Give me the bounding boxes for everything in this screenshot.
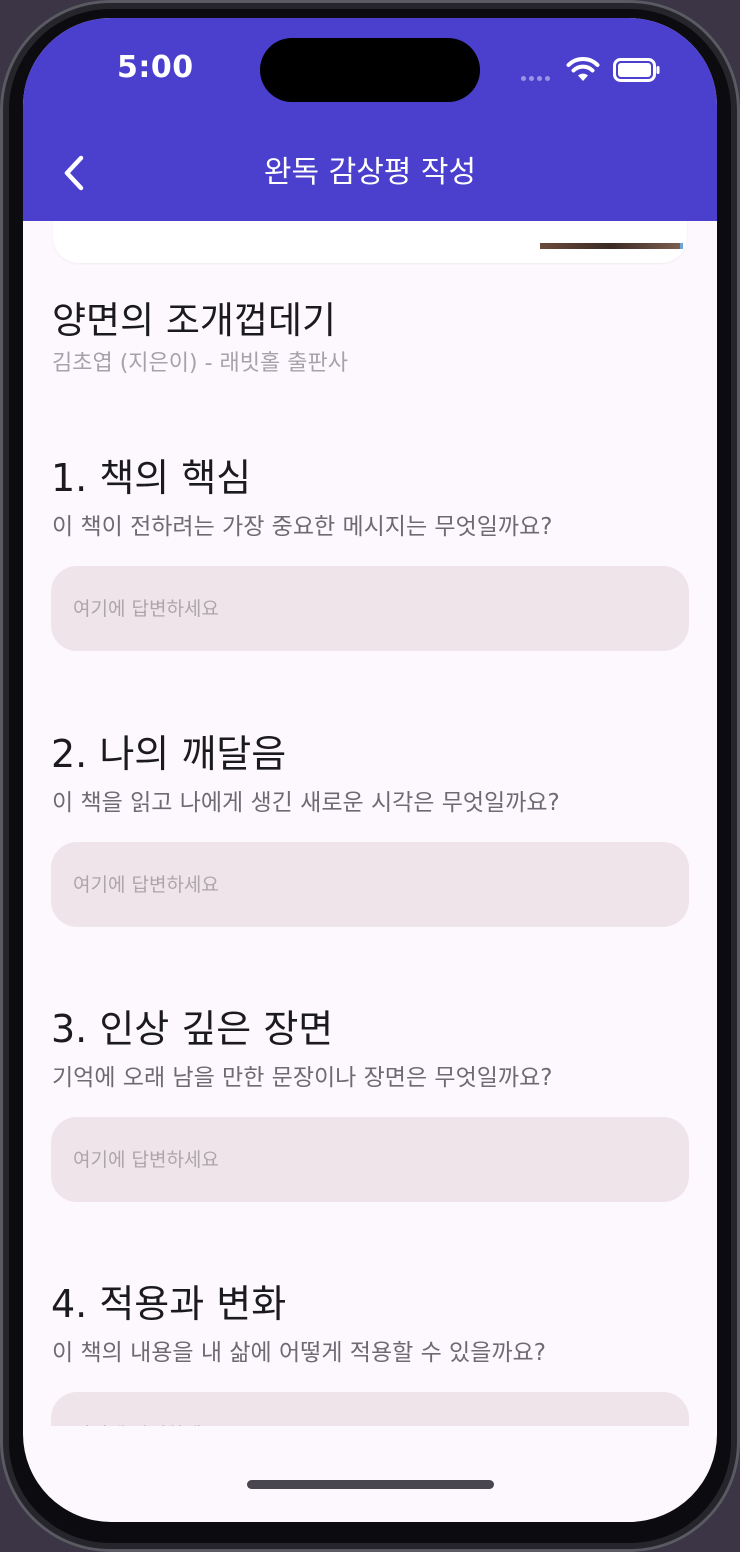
question-title: 3. 인상 깊은 장면: [51, 1007, 334, 1051]
phone-frame: 5:00 완독 감상평 작성 양면의 조개껍데기 김초엽 (지은이) - 래빗홀…: [0, 0, 740, 1552]
scroll-content[interactable]: 양면의 조개껍데기 김초엽 (지은이) - 래빗홀 출판사 1. 책의 핵심 이…: [23, 221, 717, 1426]
question-block: 4. 적용과 변화 이 책의 내용을 내 삶에 어떻게 적용할 수 있을까요?: [23, 1279, 717, 1426]
question-block: 2. 나의 깨달음 이 책을 읽고 나에게 생긴 새로운 시각은 무엇일까요?: [23, 729, 717, 969]
status-time: 5:00: [117, 50, 194, 85]
cellular-signal-icon: [521, 76, 550, 81]
book-title: 양면의 조개껍데기: [52, 299, 337, 342]
question-title: 1. 책의 핵심: [51, 456, 252, 500]
question-title: 4. 적용과 변화: [51, 1282, 287, 1326]
question-title: 2. 나의 깨달음: [51, 732, 287, 776]
question-description: 이 책이 전하려는 가장 중요한 메시지는 무엇일까요?: [52, 514, 553, 540]
battery-icon: [613, 58, 660, 82]
dynamic-island: [260, 38, 480, 102]
answer-input[interactable]: [51, 842, 689, 927]
book-author-publisher: 김초엽 (지은이) - 래빗홀 출판사: [52, 351, 348, 376]
page-title: 완독 감상평 작성: [263, 155, 477, 190]
wifi-icon: [566, 57, 600, 81]
question-description: 이 책의 내용을 내 삶에 어떻게 적용할 수 있을까요?: [52, 1340, 546, 1366]
question-block: 3. 인상 깊은 장면 기억에 오래 남을 만한 문장이나 장면은 무엇일까요?: [23, 1004, 717, 1244]
app-bar: 5:00 완독 감상평 작성: [23, 18, 717, 221]
question-description: 이 책을 읽고 나에게 생긴 새로운 시각은 무엇일까요?: [52, 790, 560, 816]
app-screen: 5:00 완독 감상평 작성 양면의 조개껍데기 김초엽 (지은이) - 래빗홀…: [23, 18, 717, 1522]
home-indicator[interactable]: [247, 1480, 494, 1489]
answer-input[interactable]: [51, 566, 689, 651]
question-description: 기억에 오래 남을 만한 문장이나 장면은 무엇일까요?: [52, 1065, 553, 1091]
book-card: [53, 221, 687, 263]
book-cover-image: [540, 243, 683, 249]
answer-input[interactable]: [51, 1392, 689, 1426]
question-block: 1. 책의 핵심 이 책이 전하려는 가장 중요한 메시지는 무엇일까요?: [23, 453, 717, 693]
answer-input[interactable]: [51, 1117, 689, 1202]
